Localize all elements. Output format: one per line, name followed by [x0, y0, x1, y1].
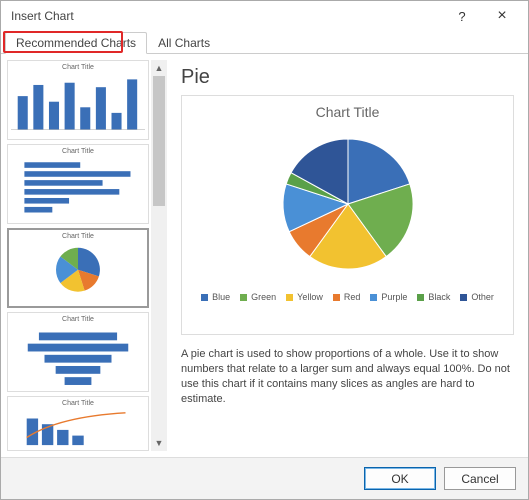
tab-strip: Recommended Charts All Charts: [1, 31, 528, 54]
legend-item: Red: [333, 292, 361, 302]
titlebar: Insert Chart ? ×: [1, 1, 528, 31]
scroll-thumb[interactable]: [153, 76, 165, 206]
thumbnail-clustered-column[interactable]: Chart Title: [7, 60, 149, 140]
dialog-body: Chart Title Chart Title: [1, 54, 528, 457]
legend-swatch-icon: [460, 294, 467, 301]
bar-chart-icon: [11, 157, 145, 220]
chart-type-heading: Pie: [181, 66, 514, 89]
legend-label: Other: [471, 292, 494, 302]
help-button[interactable]: ?: [442, 2, 482, 30]
thumbnail-panel: Chart Title Chart Title: [7, 60, 167, 451]
legend-item: Purple: [370, 292, 407, 302]
thumbnail-title: Chart Title: [62, 233, 94, 240]
legend-label: Red: [344, 292, 361, 302]
scroll-up-icon[interactable]: ▲: [151, 60, 167, 76]
pie-chart-preview-icon: [238, 124, 458, 284]
legend-swatch-icon: [286, 294, 293, 301]
insert-chart-dialog: Insert Chart ? × Recommended Charts All …: [0, 0, 529, 500]
thumbnail-clustered-bar[interactable]: Chart Title: [7, 144, 149, 224]
ok-button[interactable]: OK: [364, 467, 436, 490]
scroll-track[interactable]: [151, 76, 167, 435]
thumbnail-pareto[interactable]: Chart Title: [7, 396, 149, 451]
pareto-chart-icon: [11, 409, 145, 447]
legend-label: Green: [251, 292, 276, 302]
legend-item: Blue: [201, 292, 230, 302]
dialog-footer: OK Cancel: [1, 457, 528, 499]
legend-item: Green: [240, 292, 276, 302]
dialog-title: Insert Chart: [11, 9, 442, 23]
thumbnail-title: Chart Title: [62, 64, 94, 71]
legend-item: Black: [417, 292, 450, 302]
legend-label: Yellow: [297, 292, 323, 302]
tab-recommended-charts[interactable]: Recommended Charts: [5, 32, 147, 54]
thumbnail-title: Chart Title: [62, 400, 94, 407]
thumbnail-list: Chart Title Chart Title: [7, 60, 151, 451]
chart-preview[interactable]: Chart Title Blue Green Yellow Red Purple Blac…: [181, 95, 514, 335]
chart-legend: Blue Green Yellow Red Purple Black Other: [201, 292, 494, 302]
chart-description: A pie chart is used to show proportions …: [181, 347, 514, 406]
legend-swatch-icon: [333, 294, 340, 301]
tab-all-charts[interactable]: All Charts: [147, 32, 221, 54]
thumbnail-funnel[interactable]: Chart Title: [7, 312, 149, 392]
legend-label: Black: [428, 292, 450, 302]
thumbnail-pie[interactable]: Chart Title: [7, 228, 149, 308]
legend-swatch-icon: [370, 294, 377, 301]
scroll-down-icon[interactable]: ▼: [151, 435, 167, 451]
legend-swatch-icon: [417, 294, 424, 301]
close-button[interactable]: ×: [482, 2, 522, 30]
thumbnail-title: Chart Title: [62, 316, 94, 323]
legend-label: Purple: [381, 292, 407, 302]
preview-panel: Pie Chart Title Blue Green Yellow Red Purple…: [173, 60, 522, 451]
thumbnail-title: Chart Title: [62, 148, 94, 155]
legend-item: Other: [460, 292, 494, 302]
legend-swatch-icon: [201, 294, 208, 301]
chart-title: Chart Title: [316, 104, 380, 120]
cancel-button[interactable]: Cancel: [444, 467, 516, 490]
legend-item: Yellow: [286, 292, 323, 302]
legend-label: Blue: [212, 292, 230, 302]
thumbnail-scrollbar[interactable]: ▲ ▼: [151, 60, 167, 451]
funnel-chart-icon: [11, 325, 145, 388]
legend-swatch-icon: [240, 294, 247, 301]
column-chart-icon: [11, 73, 145, 136]
pie-chart-icon: [12, 242, 144, 303]
